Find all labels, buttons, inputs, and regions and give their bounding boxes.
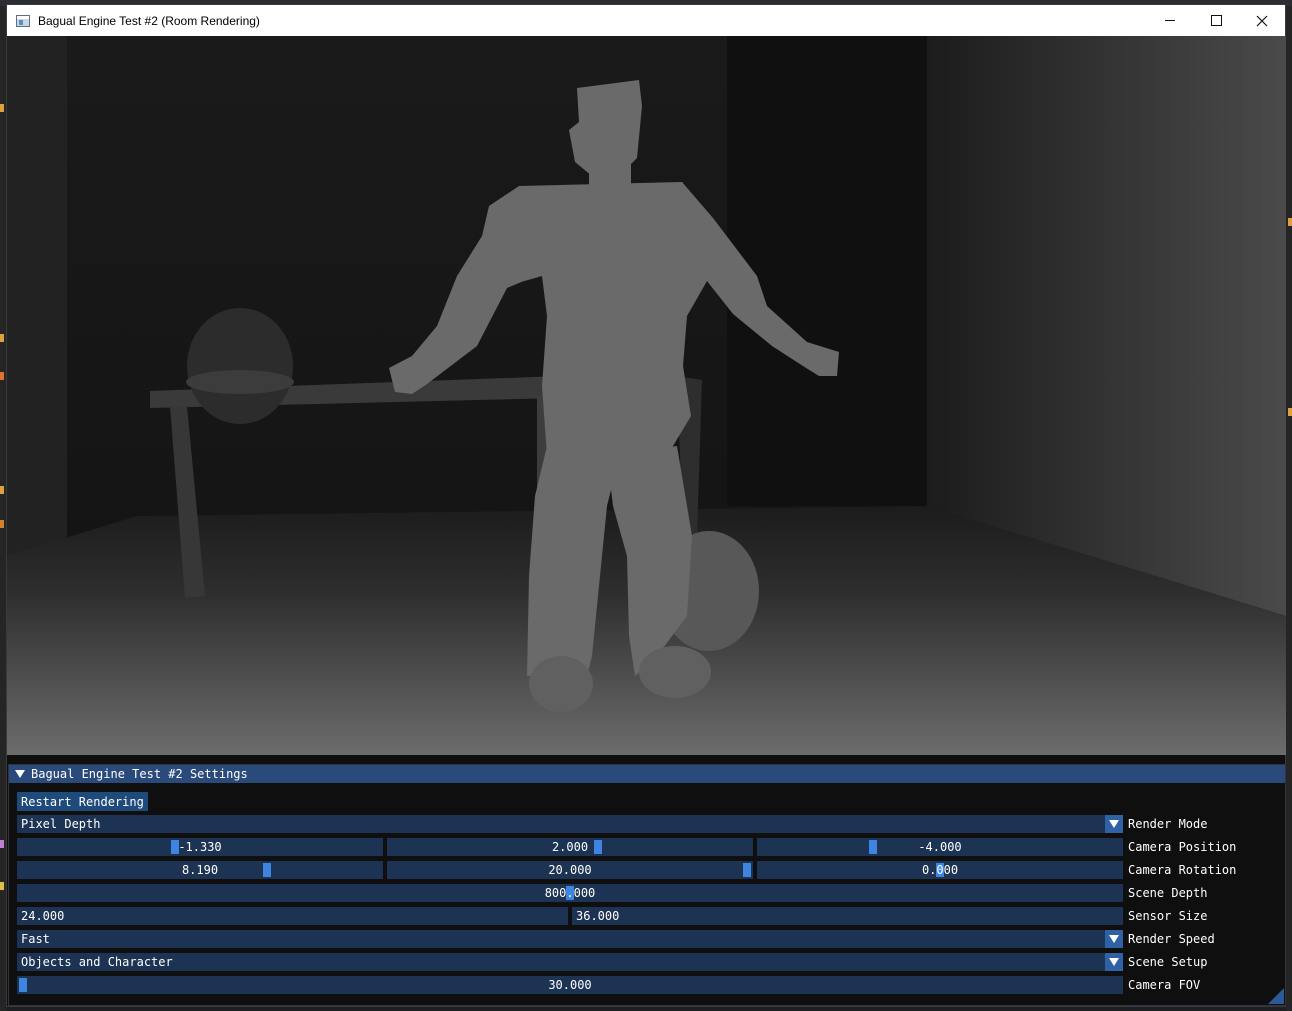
app-window: Bagual Engine Test #2 (Room Rendering) B…	[6, 4, 1286, 1007]
gutter-mark	[0, 840, 4, 848]
camera-fov-slider[interactable]: 30.000	[17, 976, 1123, 994]
depth-render-image	[7, 36, 1286, 755]
render-mode-label: Render Mode	[1128, 817, 1208, 831]
collapse-arrow-icon[interactable]	[15, 770, 25, 778]
close-icon	[1256, 15, 1268, 26]
minimize-button[interactable]	[1147, 5, 1193, 36]
chevron-down-icon	[1109, 935, 1119, 943]
sensor-size-width-value: 24.000	[21, 909, 65, 923]
render-viewport[interactable]	[7, 36, 1286, 755]
gutter-mark	[1288, 408, 1292, 416]
camera-rotation-x-value: 8.190	[181, 863, 219, 877]
scene-setup-combo[interactable]: Objects and Character	[17, 953, 1123, 971]
chevron-down-icon	[1109, 958, 1119, 966]
camera-rotation-z-value: 0.000	[921, 863, 959, 877]
sensor-size-height-value: 36.000	[576, 909, 620, 923]
scene-depth-slider[interactable]: 800.000	[17, 884, 1123, 902]
camera-position-y-slider[interactable]: 2.000	[387, 838, 753, 856]
maximize-icon	[1210, 15, 1222, 26]
sensor-size-width-input[interactable]: 24.000	[17, 907, 568, 925]
camera-position-z-slider[interactable]: -4.000	[757, 838, 1123, 856]
gutter-mark	[0, 334, 4, 342]
camera-position-x-slider[interactable]: -1.330	[17, 838, 383, 856]
render-mode-dropdown-button[interactable]	[1105, 815, 1123, 833]
sensor-size-height-input[interactable]: 36.000	[572, 907, 1123, 925]
camera-rotation-y-slider[interactable]: 20.000	[387, 861, 753, 879]
chevron-down-icon	[1109, 820, 1119, 828]
scene-setup-value: Objects and Character	[21, 955, 173, 969]
camera-rotation-z-slider[interactable]: 0.000	[757, 861, 1123, 879]
app-window-icon[interactable]	[16, 14, 30, 27]
camera-fov-label: Camera FOV	[1128, 978, 1201, 992]
camera-fov-value: 30.000	[548, 978, 592, 992]
render-speed-label: Render Speed	[1128, 932, 1215, 946]
gutter-mark	[0, 486, 4, 494]
background-ide-right-gutter	[1286, 6, 1292, 1011]
camera-rotation-x-slider[interactable]: 8.190	[17, 861, 383, 879]
render-speed-value: Fast	[21, 932, 50, 946]
close-button[interactable]	[1239, 5, 1285, 36]
sensor-size-label: Sensor Size	[1128, 909, 1208, 923]
gutter-mark	[0, 882, 4, 890]
camera-position-x-value: -1.330	[178, 840, 222, 854]
scene-setup-dropdown-button[interactable]	[1105, 953, 1123, 971]
restart-rendering-label: Restart Rendering	[21, 794, 144, 809]
minimize-icon	[1165, 20, 1175, 21]
gutter-mark	[1288, 218, 1292, 226]
render-speed-combo[interactable]: Fast	[17, 930, 1123, 948]
gutter-mark	[0, 520, 4, 528]
settings-panel-title: Bagual Engine Test #2 Settings	[31, 767, 248, 781]
render-mode-combo[interactable]: Pixel Depth	[17, 815, 1123, 833]
resize-grip[interactable]	[1268, 988, 1284, 1004]
render-mode-value: Pixel Depth	[21, 817, 101, 831]
camera-rotation-label: Camera Rotation	[1128, 863, 1237, 877]
render-speed-dropdown-button[interactable]	[1105, 930, 1123, 948]
scene-depth-value: 800.000	[544, 886, 596, 900]
scene-setup-label: Scene Setup	[1128, 955, 1208, 969]
camera-position-y-value: 2.000	[551, 840, 589, 854]
gutter-mark	[0, 372, 4, 380]
gutter-mark	[0, 104, 4, 112]
scene-depth-label: Scene Depth	[1128, 886, 1208, 900]
maximize-button[interactable]	[1193, 5, 1239, 36]
title-bar[interactable]: Bagual Engine Test #2 (Room Rendering)	[7, 5, 1285, 36]
window-title: Bagual Engine Test #2 (Room Rendering)	[38, 13, 260, 28]
settings-panel-header[interactable]: Bagual Engine Test #2 Settings	[9, 765, 1285, 783]
camera-position-label: Camera Position	[1128, 840, 1237, 854]
camera-position-z-value: -4.000	[918, 840, 962, 854]
restart-rendering-button[interactable]: Restart Rendering	[17, 792, 148, 811]
camera-rotation-y-value: 20.000	[548, 863, 592, 877]
settings-panel: Bagual Engine Test #2 Settings Restart R…	[8, 764, 1286, 1006]
